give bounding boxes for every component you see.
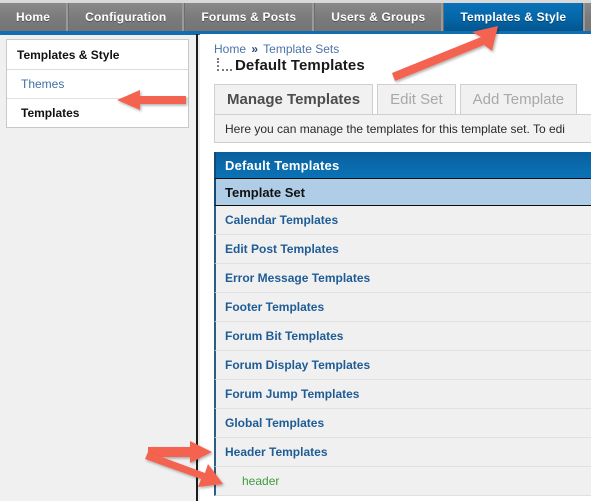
- tab-manage-templates-label: Manage Templates: [227, 91, 361, 108]
- breadcrumb: Home » Template Sets: [214, 42, 339, 56]
- nav-tab-home-label: Home: [16, 10, 51, 24]
- table-cell-label: Forum Display Templates: [225, 358, 371, 372]
- table-cell-label: Error Message Templates: [225, 271, 371, 285]
- sidebar-item-templates[interactable]: Templates: [7, 99, 188, 127]
- breadcrumb-home[interactable]: Home: [214, 42, 246, 56]
- table-cell-label: Calendar Templates: [225, 213, 339, 227]
- sidebar-item-themes[interactable]: Themes: [7, 70, 188, 99]
- main-navigation-bar: Home Configuration Forums & Posts Users …: [0, 0, 591, 31]
- table-cell-label: Edit Post Templates: [225, 242, 339, 256]
- nav-tab-configuration[interactable]: Configuration: [68, 3, 185, 31]
- templates-table: Default Templates Template Set Calendar …: [214, 152, 591, 501]
- description-bar: Here you can manage the templates for th…: [214, 114, 591, 143]
- table-row[interactable]: Footer Templates: [214, 293, 591, 322]
- nav-tab-forums-posts-label: Forums & Posts: [201, 10, 297, 24]
- table-row[interactable]: Forum Display Templates: [214, 351, 591, 380]
- table-row-header-child[interactable]: header: [214, 467, 591, 496]
- table-cell-label: Header Templates: [225, 445, 328, 459]
- tab-add-template-label: Add Template: [472, 91, 565, 108]
- table-cell-label: Forum Bit Templates: [225, 329, 344, 343]
- table-row[interactable]: Global Templates: [214, 409, 591, 438]
- table-header: Default Templates: [214, 152, 591, 178]
- tab-edit-set-label: Edit Set: [390, 91, 443, 108]
- page-title: Default Templates: [235, 57, 365, 74]
- tab-manage-templates[interactable]: Manage Templates: [214, 84, 374, 114]
- nav-tab-home[interactable]: Home: [0, 3, 69, 31]
- table-row[interactable]: Forum Jump Templates: [214, 380, 591, 409]
- sidebar-title: Templates & Style: [7, 40, 188, 70]
- table-cell-label: Footer Templates: [225, 300, 325, 314]
- page-title-row: Default Templates: [214, 57, 365, 74]
- nav-tab-templates-style[interactable]: Templates & Style: [443, 3, 584, 31]
- tree-branch-icon: [217, 58, 232, 71]
- screen: Home Configuration Forums & Posts Users …: [0, 0, 591, 501]
- table-row[interactable]: Calendar Templates: [214, 206, 591, 235]
- nav-filler: [583, 3, 591, 31]
- nav-tab-users-groups-label: Users & Groups: [331, 10, 426, 24]
- content-tab-bar: Manage Templates Edit Set Add Template: [214, 84, 591, 114]
- breadcrumb-separator-icon: »: [251, 42, 259, 56]
- nav-tab-users-groups[interactable]: Users & Groups: [314, 3, 444, 31]
- tab-edit-set[interactable]: Edit Set: [377, 84, 456, 114]
- sidebar: Templates & Style Themes Templates: [6, 39, 189, 128]
- table-row-header-templates[interactable]: Header Templates: [214, 438, 591, 467]
- nav-tab-configuration-label: Configuration: [85, 10, 167, 24]
- nav-tab-forums-posts[interactable]: Forums & Posts: [184, 3, 315, 31]
- panel-divider: [196, 34, 198, 501]
- table-column-header-template-set: Template Set: [214, 178, 591, 206]
- content-panel: Home » Template Sets Default Templates M…: [200, 34, 591, 501]
- table-cell-label: Forum Jump Templates: [225, 387, 360, 401]
- table-cell-label: header: [242, 474, 280, 488]
- breadcrumb-parent[interactable]: Template Sets: [263, 42, 339, 56]
- tab-add-template[interactable]: Add Template: [459, 84, 578, 114]
- description-text: Here you can manage the templates for th…: [225, 121, 565, 136]
- table-row[interactable]: Edit Post Templates: [214, 235, 591, 264]
- nav-tab-templates-style-label: Templates & Style: [460, 10, 567, 24]
- table-row[interactable]: Forum Bit Templates: [214, 322, 591, 351]
- table-cell-label: Global Templates: [225, 416, 325, 430]
- table-row[interactable]: Error Message Templates: [214, 264, 591, 293]
